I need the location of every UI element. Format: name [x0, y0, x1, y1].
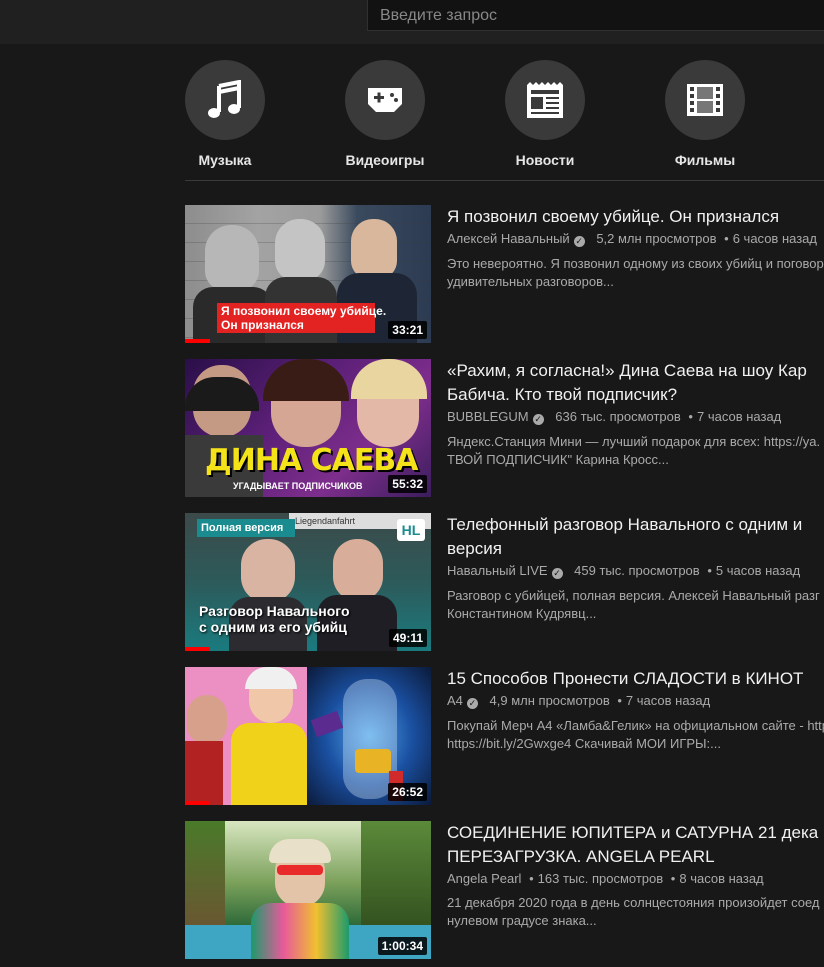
- video-title[interactable]: СОЕДИНЕНИЕ ЮПИТЕРА и САТУРНА 21 дека ПЕР…: [447, 821, 824, 869]
- channel-name[interactable]: Angela Pearl: [447, 871, 521, 886]
- description-line: Яндекс.Станция Мини — лучший подарок для…: [447, 434, 821, 449]
- thumbnail-text: ДИНА САЕВА: [205, 443, 418, 478]
- newspaper-icon: [505, 60, 585, 140]
- video-description: 21 декабря 2020 года в день солнцестояни…: [447, 894, 824, 930]
- video-description: Покупай Мерч А4 «Ламба&Гелик» на официал…: [447, 717, 824, 753]
- thumbnail-text: Он признался: [221, 318, 304, 332]
- title-line: версия: [447, 539, 502, 558]
- channel-name[interactable]: А4: [447, 693, 463, 708]
- title-line: «Рахим, я согласна!» Дина Саева на шоу К…: [447, 361, 807, 380]
- category-movies[interactable]: Фильмы: [665, 60, 745, 168]
- video-meta: BUBBLEGUM ✓ 636 тыс. просмотров • 7 часов …: [447, 409, 782, 425]
- video-duration: 26:52: [388, 783, 427, 801]
- view-count: 4,9 млн просмотров: [489, 693, 610, 708]
- video-duration: 1:00:34: [377, 937, 427, 955]
- title-line: Бабича. Кто твой подписчик?: [447, 385, 678, 404]
- video-duration: 33:21: [388, 321, 427, 339]
- title-line: ПЕРЕЗАГРУЗКА. ANGELA PEARL: [447, 847, 715, 866]
- video-duration: 49:11: [388, 629, 427, 647]
- video-info: СОЕДИНЕНИЕ ЮПИТЕРА и САТУРНА 21 дека ПЕР…: [447, 821, 824, 930]
- divider: [185, 180, 824, 181]
- video-info: Я позвонил своему убийце. Он признался А…: [447, 205, 824, 291]
- video-thumbnail[interactable]: 1:00:34: [185, 821, 431, 959]
- thumbnail-text: УГАДЫВАЕТ ПОДПИСЧИКОВ: [233, 481, 363, 491]
- video-info: 15 Способов Пронести СЛАДОСТИ в КИНОТ А4…: [447, 667, 824, 753]
- description-line: удивительных разговоров...: [447, 274, 614, 289]
- video-item[interactable]: Liegendanfahrt Полная версия HL Разговор…: [185, 513, 824, 653]
- description-line: Это невероятно. Я позвонил одному из сво…: [447, 256, 824, 271]
- video-thumbnail[interactable]: Liegendanfahrt Полная версия HL Разговор…: [185, 513, 431, 651]
- title-line: СОЕДИНЕНИЕ ЮПИТЕРА и САТУРНА 21 дека: [447, 823, 819, 842]
- video-item[interactable]: ДИНА САЕВА УГАДЫВАЕТ ПОДПИСЧИКОВ 55:32 «…: [185, 359, 824, 499]
- video-title[interactable]: Я позвонил своему убийце. Он признался: [447, 205, 824, 229]
- verified-check-icon: ✓: [466, 698, 478, 709]
- description-line: нулевом градусе знака...: [447, 913, 597, 928]
- video-info: Телефонный разговор Навального с одним и…: [447, 513, 824, 623]
- video-meta: Навальный LIVE ✓ 459 тыс. просмотров • 5 ч…: [447, 563, 801, 579]
- thumbnail-text: Liegendanfahrt: [295, 516, 356, 526]
- view-count: 459 тыс. просмотров: [574, 563, 700, 578]
- upload-age: 8 часов назад: [679, 871, 764, 886]
- video-duration: 55:32: [388, 475, 427, 493]
- search-input[interactable]: Введите запрос: [367, 0, 824, 31]
- upload-age: 6 часов назад: [732, 231, 817, 246]
- video-title[interactable]: 15 Способов Пронести СЛАДОСТИ в КИНОТ: [447, 667, 824, 691]
- video-item[interactable]: Я позвонил своему убийце. Он признался 3…: [185, 205, 824, 345]
- film-strip-icon: [665, 60, 745, 140]
- upload-age: 7 часов назад: [625, 693, 711, 708]
- video-info: «Рахим, я согласна!» Дина Саева на шоу К…: [447, 359, 824, 469]
- video-thumbnail[interactable]: Я позвонил своему убийце. Он признался 3…: [185, 205, 431, 343]
- watch-progress: [185, 801, 210, 805]
- thumbnail-text: с одним из его убийц: [199, 619, 347, 635]
- video-item[interactable]: 26:52 15 Способов Пронести СЛАДОСТИ в КИ…: [185, 667, 824, 807]
- category-label: Новости: [515, 152, 575, 168]
- view-count: 636 тыс. просмотров: [555, 409, 681, 424]
- channel-name[interactable]: BUBBLEGUM: [447, 409, 529, 424]
- video-thumbnail[interactable]: 26:52: [185, 667, 431, 805]
- video-meta: Angela Pearl • 163 тыс. просмотров • 8 час…: [447, 871, 764, 886]
- category-music[interactable]: Музыка: [185, 60, 265, 168]
- channel-name[interactable]: Алексей Навальный: [447, 231, 570, 246]
- category-label: Фильмы: [674, 152, 736, 168]
- description-line: https://bit.ly/2Gwxge4 Скачивай МОИ ИГРЫ…: [447, 736, 722, 751]
- verified-check-icon: ✓: [532, 414, 544, 425]
- verified-check-icon: ✓: [573, 236, 585, 247]
- video-title[interactable]: Телефонный разговор Навального с одним и…: [447, 513, 824, 561]
- channel-logo: HL: [397, 519, 425, 541]
- description-line: Разговор с убийцей, полная версия. Алекс…: [447, 588, 820, 603]
- watch-progress: [185, 339, 210, 343]
- video-meta: Алексей Навальный ✓ 5,2 млн просмотров • 6…: [447, 231, 817, 247]
- video-description: Яндекс.Станция Мини — лучший подарок для…: [447, 433, 824, 469]
- category-label: Музыка: [198, 152, 252, 168]
- video-description: Разговор с убийцей, полная версия. Алекс…: [447, 587, 824, 623]
- channel-name[interactable]: Навальный LIVE: [447, 563, 548, 578]
- verified-check-icon: ✓: [551, 568, 563, 579]
- upload-age: 7 часов назад: [696, 409, 782, 424]
- music-note-icon: [185, 60, 265, 140]
- view-count: 5,2 млн просмотров: [596, 231, 717, 246]
- view-count: 163 тыс. просмотров: [537, 871, 664, 886]
- category-games[interactable]: Видеоигры: [345, 60, 425, 168]
- watch-progress: [185, 647, 210, 651]
- thumbnail-text: Я позвонил своему убийце.: [221, 304, 387, 318]
- description-line: Покупай Мерч А4 «Ламба&Гелик» на официал…: [447, 718, 824, 733]
- video-description: Это невероятно. Я позвонил одному из сво…: [447, 255, 824, 291]
- video-thumbnail[interactable]: ДИНА САЕВА УГАДЫВАЕТ ПОДПИСЧИКОВ 55:32: [185, 359, 431, 497]
- thumbnail-text: Разговор Навального: [199, 603, 350, 619]
- description-line: 21 декабря 2020 года в день солнцестояни…: [447, 895, 820, 910]
- title-line: Телефонный разговор Навального с одним и: [447, 515, 803, 534]
- description-line: Константином Кудрявц...: [447, 606, 597, 621]
- top-bar: Введите запрос: [0, 0, 824, 44]
- description-line: ТВОЙ ПОДПИСЧИК" Карина Кросс...: [447, 452, 669, 467]
- gamepad-icon: [345, 60, 425, 140]
- upload-age: 5 часов назад: [715, 563, 801, 578]
- category-label: Видеоигры: [345, 152, 425, 168]
- video-item[interactable]: 1:00:34 СОЕДИНЕНИЕ ЮПИТЕРА и САТУРНА 21 …: [185, 821, 824, 961]
- thumbnail-text: Полная версия: [201, 522, 284, 534]
- video-title[interactable]: «Рахим, я согласна!» Дина Саева на шоу К…: [447, 359, 824, 407]
- video-meta: А4 ✓ 4,9 млн просмотров • 7 часов назад: [447, 693, 711, 709]
- category-news[interactable]: Новости: [505, 60, 585, 168]
